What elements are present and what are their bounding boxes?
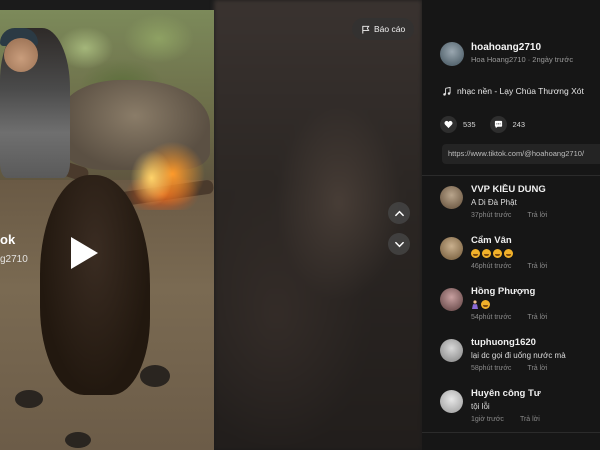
- divider: [422, 432, 600, 433]
- flag-icon: [362, 25, 370, 34]
- list-item: tuphuong1620 lại dc gọi đi uống nước mà …: [440, 337, 600, 388]
- comment-list: VVP KIỀU DUNG A Di Đà Phật 37phút trước …: [440, 184, 600, 439]
- action-bar: 535 243: [440, 116, 525, 133]
- list-item: VVP KIỀU DUNG A Di Đà Phật 37phút trước …: [440, 184, 600, 235]
- comment-time: 54phút trước: [471, 314, 512, 321]
- list-item: Hồng Phượng 54phút trước Trả lời: [440, 286, 600, 337]
- animal-figure: [40, 175, 150, 395]
- comment-text: A Di Đà Phật: [471, 198, 517, 207]
- watermark-username: g2710: [0, 254, 28, 265]
- comment-author[interactable]: Huyên công Tư: [471, 388, 541, 399]
- comment-time: 58phút trước: [471, 365, 512, 372]
- comment-author[interactable]: tuphuong1620: [471, 337, 566, 348]
- laughing-emoji-icon: [504, 249, 513, 258]
- person-head: [4, 38, 38, 72]
- stone-scene: [140, 365, 170, 387]
- music-info[interactable]: nhạc nền - Lạy Chúa Thương Xót: [442, 86, 584, 96]
- divider: [422, 175, 600, 176]
- comment-author[interactable]: VVP KIỀU DUNG: [471, 184, 547, 195]
- report-label: Báo cáo: [374, 24, 406, 34]
- watermark-text: ok: [0, 232, 16, 247]
- avatar[interactable]: [440, 237, 463, 260]
- comment-time: 1giờ trước: [471, 416, 504, 423]
- laughing-emoji-icon: [493, 249, 502, 258]
- author-info[interactable]: hoahoang2710 Hoa Hoang2710 · 2ngày trước: [440, 42, 573, 66]
- comment-emoji-row: [471, 249, 547, 258]
- like-button[interactable]: 535: [440, 116, 476, 133]
- person-emoji-icon: [472, 300, 478, 309]
- author-subtitle: Hoa Hoang2710 · 2ngày trước: [471, 55, 574, 64]
- comment-author[interactable]: Cẩm Vân: [471, 235, 547, 246]
- author-username[interactable]: hoahoang2710: [471, 42, 573, 53]
- avatar[interactable]: [440, 288, 463, 311]
- laughing-emoji-icon: [482, 249, 491, 258]
- smiling-emoji-icon: [481, 300, 490, 309]
- play-button[interactable]: [68, 235, 100, 271]
- like-icon-wrap: [440, 116, 457, 133]
- avatar[interactable]: [440, 390, 463, 413]
- avatar[interactable]: [440, 42, 464, 66]
- report-button[interactable]: Báo cáo: [352, 18, 415, 40]
- next-video-button[interactable]: [388, 233, 410, 255]
- chevron-down-icon: [394, 241, 404, 247]
- comment-text: lại dc gọi đi uống nước mà: [471, 351, 566, 360]
- video-frame[interactable]: ok g2710: [0, 10, 214, 450]
- music-label: nhạc nền - Lạy Chúa Thương Xót: [457, 86, 584, 96]
- heart-icon: [444, 120, 453, 129]
- side-panel: hoahoang2710 Hoa Hoang2710 · 2ngày trước…: [422, 0, 600, 450]
- avatar[interactable]: [440, 186, 463, 209]
- comment-text: tội lỗi: [471, 402, 490, 411]
- stone-scene: [15, 390, 43, 408]
- comment-icon-wrap: [489, 116, 507, 133]
- comment-time: 46phút trước: [471, 263, 512, 270]
- comment-count: 243: [512, 120, 526, 129]
- stone-scene: [65, 432, 91, 448]
- avatar[interactable]: [440, 339, 463, 362]
- like-count: 535: [463, 120, 476, 129]
- play-icon: [71, 237, 98, 269]
- comment-button[interactable]: 243: [489, 116, 526, 133]
- chevron-up-icon: [394, 210, 404, 216]
- reply-button[interactable]: Trả lời: [527, 212, 547, 219]
- reply-button[interactable]: Trả lời: [527, 314, 547, 321]
- reply-button[interactable]: Trả lời: [527, 263, 547, 270]
- comment-icon: [494, 120, 502, 129]
- comment-time: 37phút trước: [471, 212, 512, 219]
- reply-button[interactable]: Trả lời: [527, 365, 547, 372]
- video-link-field[interactable]: https://www.tiktok.com/@hoahoang2710/: [442, 144, 600, 164]
- comment-emoji-row: [471, 300, 547, 309]
- reply-button[interactable]: Trả lời: [520, 416, 540, 423]
- video-area: ok g2710 Báo cáo: [0, 0, 422, 450]
- music-note-icon: [443, 86, 451, 96]
- comment-author[interactable]: Hồng Phượng: [471, 286, 547, 297]
- list-item: Cẩm Vân 46phút trước Trả lời: [440, 235, 600, 286]
- blurred-background: [214, 0, 422, 450]
- laughing-emoji-icon: [471, 249, 480, 258]
- previous-video-button[interactable]: [388, 202, 410, 224]
